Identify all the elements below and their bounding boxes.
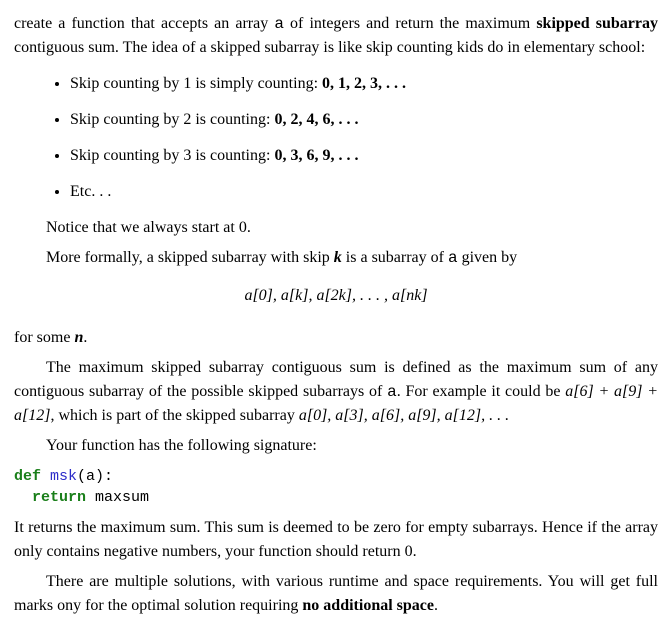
intro-lead: create a function that accepts an array	[14, 15, 274, 32]
function-args: (a):	[77, 468, 113, 485]
keyword-def: def	[14, 468, 41, 485]
signature-intro: Your function has the following signatur…	[14, 434, 658, 458]
skip-counting-list: Skip counting by 1 is simply counting: 0…	[14, 72, 658, 204]
formal-pre: More formally, a skipped subarray with s…	[46, 249, 334, 266]
formula-display: a[0], a[k], a[2k], . . . , a[nk]	[14, 284, 658, 308]
bullet-seq: 0, 2, 4, 6, . . .	[274, 111, 358, 128]
array-a: a	[448, 249, 458, 267]
for-some-pre: for some	[14, 329, 74, 346]
bullet-seq: 0, 1, 2, 3, . . .	[322, 75, 406, 92]
maxdef-l1-post: . For example it could be	[397, 383, 566, 400]
list-item: Skip counting by 1 is simply counting: 0…	[70, 72, 658, 96]
var-n: n	[74, 329, 83, 346]
formal-line: More formally, a skipped subarray with s…	[14, 246, 658, 270]
intro-after-bold: contiguous sum. The idea of a skipped su…	[14, 39, 645, 56]
code-block: def msk(a): return maxsum	[14, 466, 658, 508]
notice-line: Notice that we always start at 0.	[14, 216, 658, 240]
bullet-text: Skip counting by 2 is counting:	[70, 111, 274, 128]
array-a: a	[387, 383, 397, 401]
return-value: maxsum	[95, 489, 149, 506]
skip-k: k	[334, 249, 342, 266]
paragraph-intro: create a function that accepts an array …	[14, 12, 658, 60]
keyword-return: return	[32, 489, 86, 506]
maxdef-sub: a[0], a[3], a[6], a[9], a[12], . . .	[299, 407, 509, 424]
formal-mid: is a subarray of	[342, 249, 448, 266]
bullet-text: Skip counting by 1 is simply counting:	[70, 75, 322, 92]
bullet-text: Etc. . .	[70, 183, 111, 200]
intro-after-arr: of integers and return the maximum	[284, 15, 536, 32]
multisol-paragraph: There are multiple solutions, with vario…	[14, 570, 658, 618]
formula-text: a[0], a[k], a[2k], . . . , a[nk]	[244, 287, 427, 304]
for-some-n: for some n.	[14, 326, 658, 350]
list-item: Skip counting by 3 is counting: 0, 3, 6,…	[70, 144, 658, 168]
list-item: Skip counting by 2 is counting: 0, 2, 4,…	[70, 108, 658, 132]
for-some-post: .	[83, 329, 87, 346]
term-skipped-subarray: skipped subarray	[536, 15, 658, 32]
bullet-seq: 0, 3, 6, 9, . . .	[274, 147, 358, 164]
function-name: msk	[50, 468, 77, 485]
maxdef-mid: , which is part of the skipped subarray	[50, 407, 298, 424]
formal-post: given by	[458, 249, 518, 266]
bullet-text: Skip counting by 3 is counting:	[70, 147, 274, 164]
returns-paragraph: It returns the maximum sum. This sum is …	[14, 516, 658, 564]
no-additional-space: no additional space	[302, 597, 434, 614]
array-a: a	[274, 15, 284, 33]
multisol-post: .	[434, 597, 438, 614]
list-item: Etc. . .	[70, 180, 658, 204]
max-def-paragraph: The maximum skipped subarray contiguous …	[14, 356, 658, 428]
